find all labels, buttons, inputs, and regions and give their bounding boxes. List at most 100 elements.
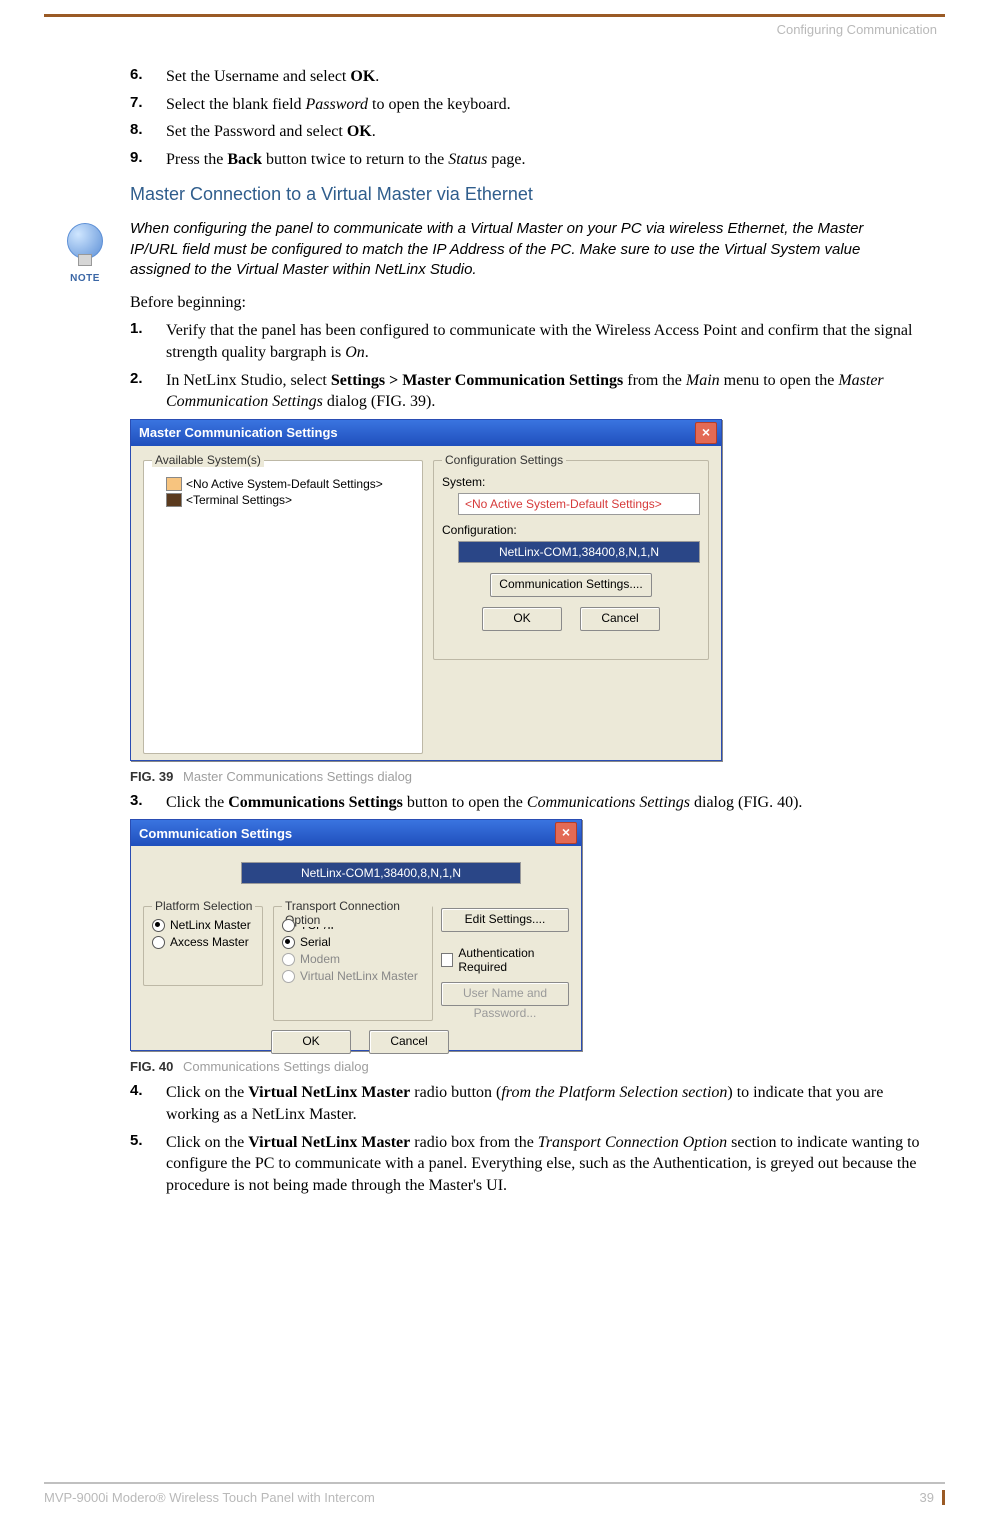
- lightbulb-icon: [67, 223, 103, 259]
- netlinx-master-radio[interactable]: NetLinx Master: [152, 918, 254, 932]
- configuration-field[interactable]: NetLinx-COM1,38400,8,N,1,N: [458, 541, 700, 563]
- tree-item[interactable]: <Terminal Settings>: [166, 493, 410, 507]
- tree-item-label: <Terminal Settings>: [186, 493, 292, 507]
- section-heading: Master Connection to a Virtual Master vi…: [130, 184, 937, 205]
- username-password-button: User Name and Password...: [441, 982, 569, 1006]
- authentication-required-checkbox[interactable]: Authentication Required: [441, 946, 569, 974]
- list-item: 7.Select the blank field Password to ope…: [130, 94, 937, 116]
- list-text: Click the Communications Settings button…: [166, 792, 937, 814]
- footer-product: MVP-9000i Modero® Wireless Touch Panel w…: [44, 1490, 375, 1505]
- dialog-title: Communication Settings: [139, 826, 292, 841]
- checkbox-label: Authentication Required: [458, 946, 569, 974]
- communication-settings-dialog: Communication Settings × NetLinx-COM1,38…: [130, 819, 582, 1051]
- steps-c: 4.Click on the Virtual NetLinx Master ra…: [130, 1082, 937, 1196]
- list-item: 2.In NetLinx Studio, select Settings > M…: [130, 370, 937, 413]
- dialog-body: NetLinx-COM1,38400,8,N,1,N Platform Sele…: [131, 846, 581, 1062]
- dialog-titlebar: Master Communication Settings ×: [131, 420, 721, 446]
- master-comm-settings-dialog: Master Communication Settings × Availabl…: [130, 419, 722, 761]
- configuration-field[interactable]: NetLinx-COM1,38400,8,N,1,N: [241, 862, 521, 884]
- dialog-title: Master Communication Settings: [139, 425, 338, 440]
- dialog-body: Available System(s) <No Active System-De…: [131, 446, 721, 466]
- list-item: 8.Set the Password and select OK.: [130, 121, 937, 143]
- radio-icon: [152, 919, 165, 932]
- header-section: Configuring Communication: [777, 22, 937, 37]
- checkbox-icon: [441, 953, 453, 967]
- figure-39-caption: FIG. 39 Master Communications Settings d…: [130, 769, 937, 784]
- list-number: 7.: [130, 94, 166, 116]
- configuration-label: Configuration:: [442, 523, 700, 537]
- list-number: 3.: [130, 792, 166, 814]
- serial-radio[interactable]: Serial: [282, 935, 424, 949]
- cancel-button[interactable]: Cancel: [580, 607, 660, 631]
- steps-before: 6.Set the Username and select OK.7.Selec…: [130, 66, 937, 170]
- list-text: Click on the Virtual NetLinx Master radi…: [166, 1132, 937, 1197]
- transport-connection-group: Transport Connection Option TCP/IP Seria…: [273, 906, 433, 1021]
- virtual-netlinx-master-radio[interactable]: Virtual NetLinx Master: [282, 969, 424, 983]
- list-item: 1.Verify that the panel has been configu…: [130, 320, 937, 363]
- tree-icon: [166, 493, 182, 507]
- list-text: Set the Password and select OK.: [166, 121, 937, 143]
- note-icon-col: NOTE: [40, 219, 130, 284]
- dialog-titlebar: Communication Settings ×: [131, 820, 581, 846]
- tree-icon: [166, 477, 182, 491]
- before-beginning: Before beginning:: [130, 294, 937, 312]
- list-number: 1.: [130, 320, 166, 363]
- list-number: 8.: [130, 121, 166, 143]
- close-icon[interactable]: ×: [695, 422, 717, 444]
- radio-label: Modem: [300, 952, 340, 966]
- list-text: In NetLinx Studio, select Settings > Mas…: [166, 370, 937, 413]
- axcess-master-radio[interactable]: Axcess Master: [152, 935, 254, 949]
- group-title: Configuration Settings: [442, 453, 566, 467]
- note-text: When configuring the panel to communicat…: [130, 219, 937, 284]
- list-item: 9.Press the Back button twice to return …: [130, 149, 937, 171]
- list-item: 5.Click on the Virtual NetLinx Master ra…: [130, 1132, 937, 1197]
- system-label: System:: [442, 475, 700, 489]
- list-text: Verify that the panel has been configure…: [166, 320, 937, 363]
- radio-label: Axcess Master: [170, 935, 249, 949]
- group-title: Platform Selection: [152, 899, 255, 913]
- tree-item[interactable]: <No Active System-Default Settings>: [166, 477, 410, 491]
- platform-selection-group: Platform Selection NetLinx Master Axcess…: [143, 906, 263, 986]
- note-block: NOTE When configuring the panel to commu…: [40, 219, 937, 284]
- ok-button[interactable]: OK: [482, 607, 562, 631]
- system-field[interactable]: <No Active System-Default Settings>: [458, 493, 700, 515]
- radio-label: Serial: [300, 935, 331, 949]
- radio-label: NetLinx Master: [170, 918, 251, 932]
- group-title: Available System(s): [152, 453, 264, 467]
- list-number: 5.: [130, 1132, 166, 1197]
- dialog-right-column: Edit Settings.... Authentication Require…: [441, 908, 569, 1006]
- footer: MVP-9000i Modero® Wireless Touch Panel w…: [44, 1482, 945, 1505]
- page-number: 39: [920, 1490, 945, 1505]
- steps-b: 3.Click the Communications Settings butt…: [130, 792, 937, 814]
- radio-icon: [282, 953, 295, 966]
- radio-icon: [152, 936, 165, 949]
- edit-settings-button[interactable]: Edit Settings....: [441, 908, 569, 932]
- group-title: Transport Connection Option: [282, 899, 432, 927]
- list-text: Press the Back button twice to return to…: [166, 149, 937, 171]
- system-tree[interactable]: <No Active System-Default Settings> <Ter…: [152, 469, 414, 515]
- radio-icon: [282, 919, 295, 932]
- tree-item-label: <No Active System-Default Settings>: [186, 477, 383, 491]
- list-item: 4.Click on the Virtual NetLinx Master ra…: [130, 1082, 937, 1125]
- footer-rule: [44, 1482, 945, 1484]
- close-icon[interactable]: ×: [555, 822, 577, 844]
- content: 6.Set the Username and select OK.7.Selec…: [130, 60, 937, 1202]
- configuration-settings-group: Configuration Settings System: <No Activ…: [433, 460, 709, 660]
- list-item: 3.Click the Communications Settings butt…: [130, 792, 937, 814]
- list-text: Set the Username and select OK.: [166, 66, 937, 88]
- ok-button[interactable]: OK: [271, 1030, 351, 1054]
- list-text: Select the blank field Password to open …: [166, 94, 937, 116]
- modem-radio[interactable]: Modem: [282, 952, 424, 966]
- radio-label: Virtual NetLinx Master: [300, 969, 418, 983]
- note-label: NOTE: [70, 273, 100, 284]
- cancel-button[interactable]: Cancel: [369, 1030, 449, 1054]
- communication-settings-button[interactable]: Communication Settings....: [490, 573, 652, 597]
- list-item: 6.Set the Username and select OK.: [130, 66, 937, 88]
- steps-a: 1.Verify that the panel has been configu…: [130, 320, 937, 412]
- list-number: 6.: [130, 66, 166, 88]
- available-systems-group: Available System(s) <No Active System-De…: [143, 460, 423, 754]
- figure-label: FIG. 39: [130, 769, 173, 784]
- radio-icon: [282, 936, 295, 949]
- header-rule: [44, 14, 945, 17]
- list-number: 4.: [130, 1082, 166, 1125]
